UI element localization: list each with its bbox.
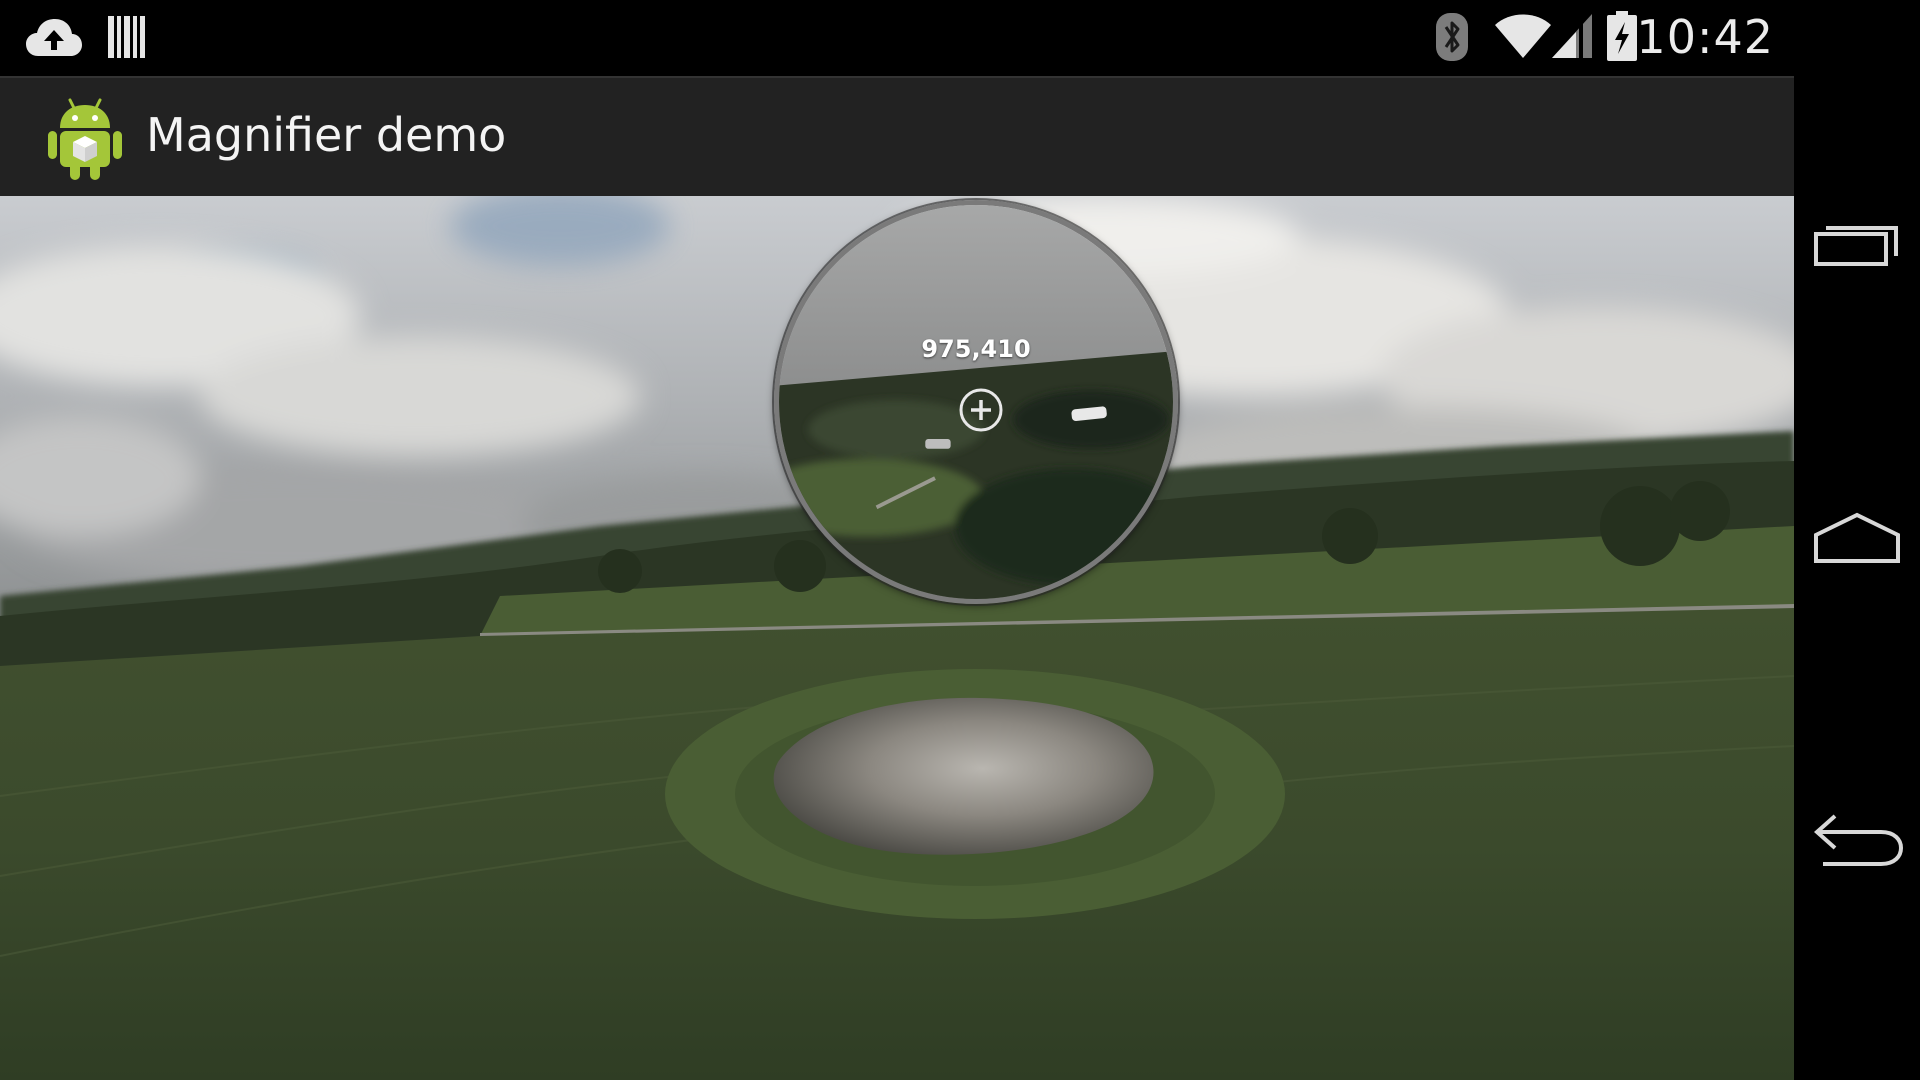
image-view[interactable]: 975,410 — [0, 196, 1794, 1080]
back-icon — [1813, 814, 1904, 866]
crosshair-plus-icon — [959, 388, 1003, 432]
barcode-icon — [108, 16, 145, 58]
back-button[interactable] — [1794, 770, 1920, 910]
signal-icon — [1552, 14, 1592, 58]
recent-apps-icon — [1814, 226, 1898, 266]
magnifier-lens[interactable]: 975,410 — [774, 200, 1178, 604]
battery-charging-icon — [1607, 11, 1637, 61]
home-icon — [1814, 512, 1900, 563]
android-robot-icon[interactable] — [44, 92, 126, 182]
status-bar: 10:42 — [0, 0, 1794, 76]
action-bar: Magnifier demo — [0, 76, 1794, 196]
upload-cloud-icon — [26, 19, 82, 56]
status-time: 10:42 — [1636, 10, 1774, 64]
recent-apps-button[interactable] — [1794, 172, 1920, 312]
bluetooth-icon — [1436, 13, 1468, 61]
home-button[interactable] — [1794, 468, 1920, 608]
app-title: Magnifier demo — [146, 108, 507, 162]
navigation-bar — [1794, 0, 1920, 1080]
magnifier-coordinates: 975,410 — [921, 335, 1031, 363]
wifi-icon — [1495, 14, 1551, 58]
